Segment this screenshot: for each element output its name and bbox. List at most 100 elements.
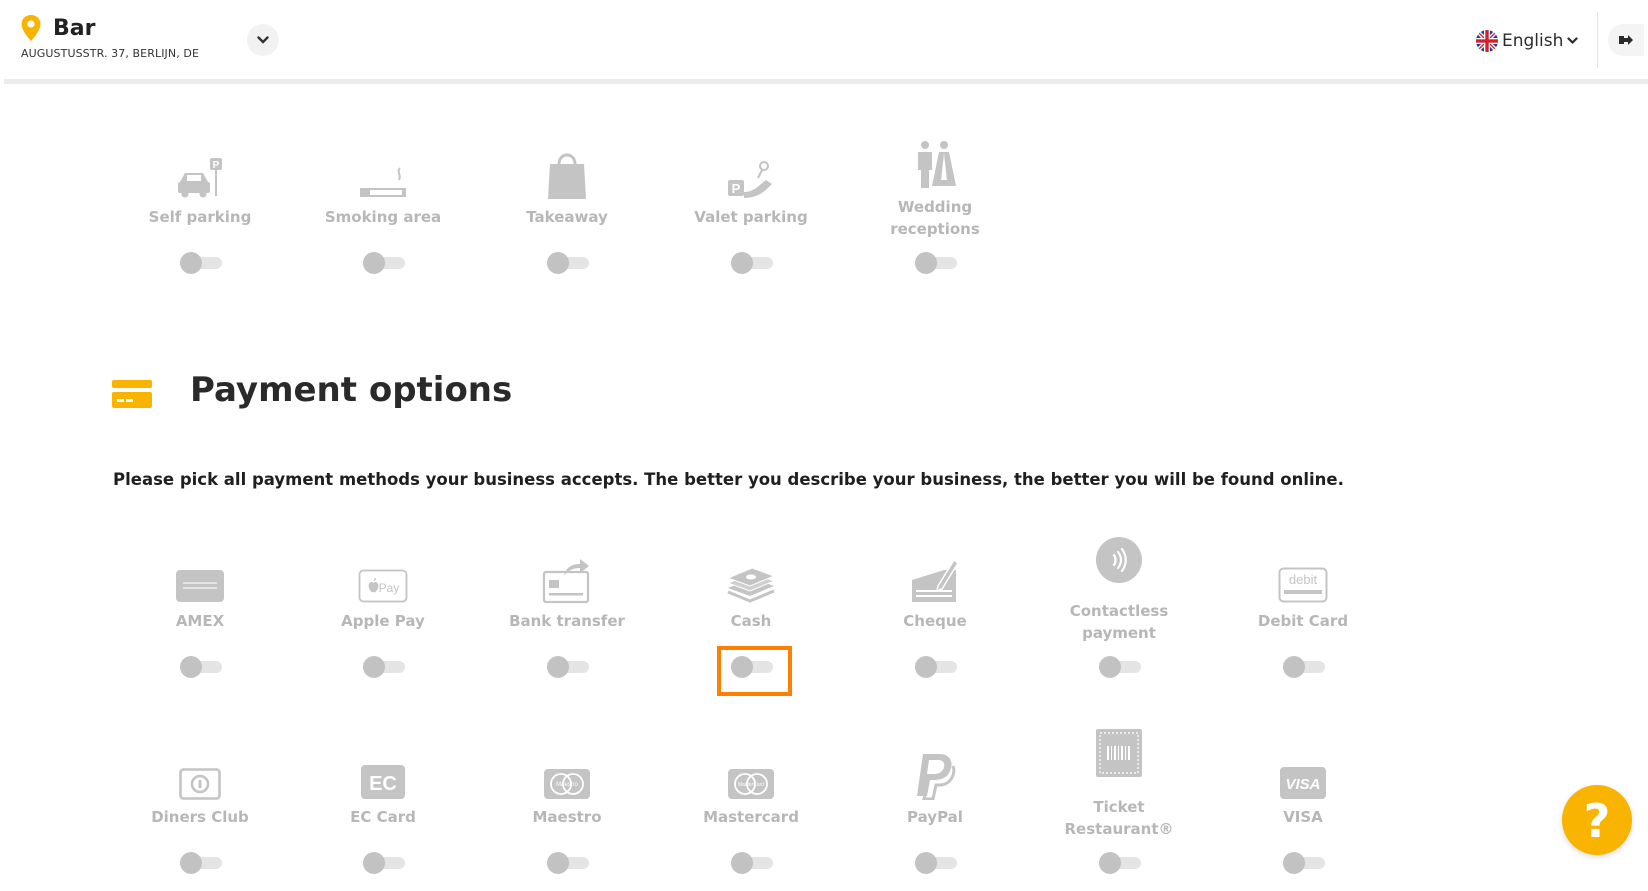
language-label: English	[1502, 31, 1564, 51]
amenity-valet-parking: P Valet parking	[666, 140, 836, 290]
payment-maestro: Maestro Maestro	[482, 740, 652, 890]
payment-cheque: Cheque	[850, 544, 1020, 694]
payment-visa: VISA VISA	[1218, 740, 1388, 890]
wedding-couple-icon	[918, 141, 956, 188]
maestro-icon: Maestro	[544, 769, 590, 799]
visa-icon: VISA	[1280, 767, 1326, 799]
logout-button[interactable]	[1608, 24, 1644, 56]
debit-card-icon: debit	[1278, 567, 1328, 603]
cigarette-icon	[360, 167, 406, 197]
amenity-smoking-area: Smoking area	[298, 140, 468, 290]
payment-label: Contactless payment	[1069, 602, 1169, 642]
paypal-icon	[917, 754, 956, 800]
header-divider-line	[4, 79, 1648, 84]
amenity-takeaway: Takeaway	[482, 140, 652, 290]
bank-transfer-icon	[542, 559, 590, 604]
payment-label: Diners Club	[151, 808, 249, 826]
svg-text:P: P	[213, 160, 220, 171]
shopping-bag-icon	[548, 153, 586, 199]
mastercard-toggle[interactable]	[731, 852, 773, 874]
ticket-restaurant-icon	[1096, 729, 1142, 777]
header-divider	[1597, 12, 1598, 68]
payment-paypal: PayPal	[850, 740, 1020, 890]
payment-label: EC Card	[350, 808, 416, 826]
amenity-self-parking: P Self parking	[115, 140, 285, 290]
payment-label: Bank transfer	[509, 612, 625, 630]
amenity-label: Self parking	[148, 208, 252, 226]
diners-club-icon	[179, 768, 221, 800]
payment-label: Cash	[730, 612, 772, 630]
wedding-receptions-toggle[interactable]	[915, 252, 957, 274]
cash-toggle-highlight	[717, 646, 792, 696]
payment-diners-club: Diners Club	[115, 740, 285, 890]
payment-ticket-restaurant: Ticket Restaurant®	[1034, 729, 1204, 890]
payment-label: Cheque	[903, 612, 967, 630]
svg-text:debit: debit	[1289, 572, 1318, 587]
payment-amex: AMEX	[115, 544, 285, 694]
payment-label: Apple Pay	[341, 612, 425, 630]
payment-label: PayPal	[907, 808, 963, 826]
self-parking-icon: P	[178, 158, 222, 198]
amenity-wedding-receptions: Wedding receptions	[850, 140, 1020, 290]
payment-apple-pay: Pay Apple Pay	[298, 544, 468, 694]
chevron-down-icon	[257, 36, 269, 44]
svg-text:Pay: Pay	[379, 581, 400, 595]
contactless-toggle[interactable]	[1099, 656, 1141, 678]
language-selector[interactable]: English	[1476, 28, 1578, 54]
cheque-icon	[912, 558, 959, 602]
payment-label: AMEX	[175, 612, 225, 630]
svg-text:P: P	[732, 181, 741, 196]
valet-parking-icon: P	[728, 161, 772, 198]
business-address: AUGUSTUSSTR. 37, BERLIJN, DE	[21, 47, 200, 60]
bank-transfer-toggle[interactable]	[547, 656, 589, 678]
debit-card-toggle[interactable]	[1283, 656, 1325, 678]
maestro-toggle[interactable]	[547, 852, 589, 874]
logout-icon	[1619, 35, 1633, 45]
takeaway-toggle[interactable]	[547, 252, 589, 274]
valet-parking-toggle[interactable]	[731, 252, 773, 274]
help-button[interactable]: ?	[1562, 785, 1632, 855]
contactless-icon	[1096, 537, 1142, 583]
amex-toggle[interactable]	[180, 656, 222, 678]
business-name: Bar	[53, 16, 96, 41]
payment-section-title: Payment options	[190, 370, 513, 410]
smoking-area-toggle[interactable]	[363, 252, 405, 274]
payment-contactless: Contactless payment	[1034, 537, 1204, 694]
svg-text:EC: EC	[369, 773, 397, 795]
payment-label: Ticket Restaurant®	[1064, 798, 1174, 838]
uk-flag-icon	[1476, 30, 1498, 52]
ticket-restaurant-toggle[interactable]	[1099, 852, 1141, 874]
svg-text:Maestro: Maestro	[556, 782, 578, 788]
payment-debit-card: debit Debit Card	[1218, 544, 1388, 694]
payment-label: Debit Card	[1257, 612, 1349, 630]
location-pin-icon	[21, 15, 41, 41]
self-parking-toggle[interactable]	[180, 252, 222, 274]
amenity-label: Wedding receptions	[890, 198, 980, 238]
payment-label: Mastercard	[703, 808, 799, 826]
question-mark-icon: ?	[1584, 797, 1611, 843]
payment-section-description: Please pick all payment methods your bus…	[113, 470, 1344, 489]
amenity-label: Smoking area	[324, 208, 442, 226]
payment-label: Maestro	[532, 808, 602, 826]
paypal-toggle[interactable]	[915, 852, 957, 874]
svg-text:MasterCard: MasterCard	[738, 782, 764, 788]
payment-bank-transfer: Bank transfer	[482, 544, 652, 694]
credit-card-icon	[112, 380, 152, 408]
cheque-toggle[interactable]	[915, 656, 957, 678]
apple-pay-toggle[interactable]	[363, 656, 405, 678]
diners-club-toggle[interactable]	[180, 852, 222, 874]
payment-ec-card: EC EC Card	[298, 740, 468, 890]
location-dropdown-button[interactable]	[247, 24, 279, 56]
cash-icon	[726, 567, 776, 603]
ec-card-toggle[interactable]	[363, 852, 405, 874]
payment-mastercard: MasterCard Mastercard	[666, 740, 836, 890]
amenity-label: Takeaway	[526, 208, 608, 226]
svg-text:?: ?	[1584, 797, 1611, 843]
visa-toggle[interactable]	[1283, 852, 1325, 874]
svg-text:VISA: VISA	[1285, 776, 1320, 793]
chevron-down-icon	[1567, 37, 1578, 45]
amenity-label: Valet parking	[694, 208, 808, 226]
amex-icon	[176, 570, 224, 602]
top-header: Bar AUGUSTUSSTR. 37, BERLIJN, DE English	[0, 0, 1648, 80]
ec-card-icon: EC	[361, 765, 405, 799]
